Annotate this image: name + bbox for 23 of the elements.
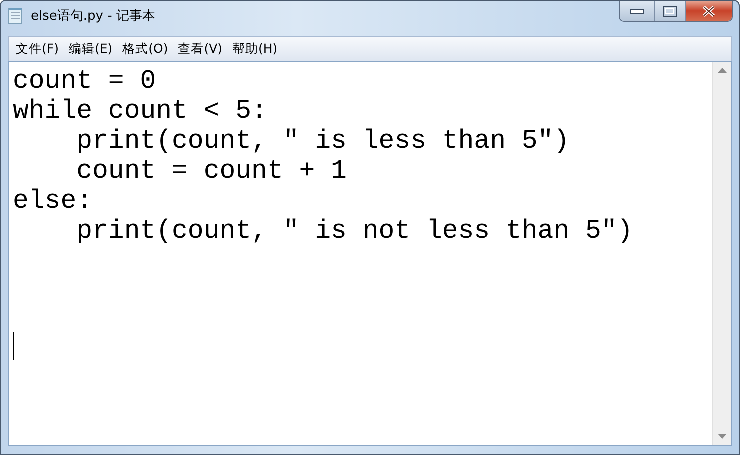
scroll-down-icon[interactable]	[718, 434, 726, 439]
menu-item[interactable]: 编辑(E)	[64, 40, 118, 58]
code-line: count = count + 1	[76, 156, 347, 186]
code-line: print(count, ″ is less than 5″)	[76, 126, 570, 156]
code-line: print(count, ″ is not less than 5″)	[76, 216, 634, 246]
notepad-icon	[8, 7, 24, 25]
scroll-up-icon[interactable]	[718, 68, 726, 73]
code-line: while count < 5:	[13, 96, 268, 126]
menu-item[interactable]: 文件(F)	[11, 40, 64, 58]
window-title: else语句.py - 记事本	[31, 8, 156, 25]
text-cursor	[13, 332, 14, 360]
menu-item[interactable]: 帮助(H)	[228, 40, 283, 58]
code-line: else:	[13, 186, 93, 216]
maximize-icon	[663, 6, 677, 16]
menu-item[interactable]: 格式(O)	[118, 40, 174, 58]
minimize-button[interactable]	[620, 1, 655, 21]
menu-item[interactable]: 查看(V)	[173, 40, 228, 58]
close-button[interactable]	[686, 1, 732, 21]
maximize-button[interactable]	[655, 1, 686, 21]
vertical-scrollbar[interactable]	[712, 62, 731, 445]
close-icon	[702, 6, 716, 16]
minimize-icon	[630, 8, 644, 14]
code-line: count = 0	[13, 66, 156, 96]
